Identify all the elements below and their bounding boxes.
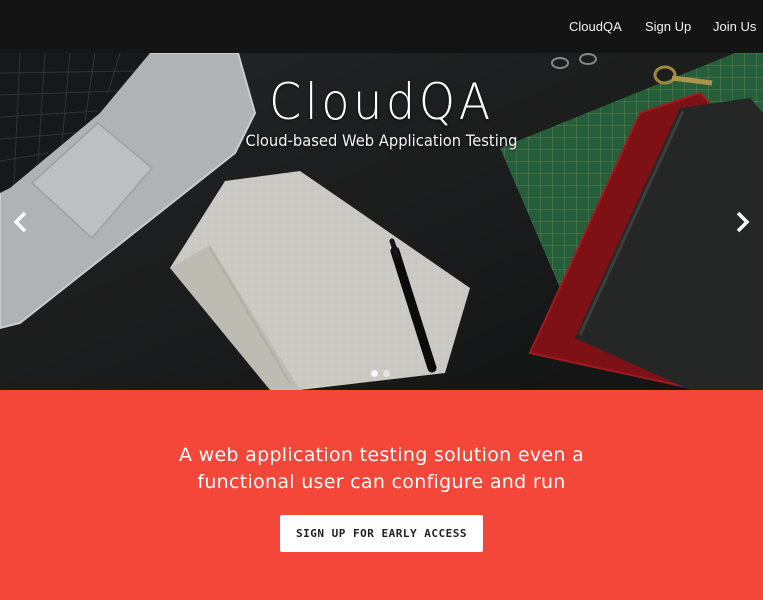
chevron-right-icon bbox=[736, 211, 750, 233]
nav-link-join-us[interactable]: Join Us bbox=[713, 19, 756, 34]
top-navbar: CloudQA Sign Up Join Us bbox=[0, 0, 763, 53]
hero-carousel: CloudQA Cloud-based Web Application Test… bbox=[0, 53, 763, 390]
carousel-dot-1-active[interactable] bbox=[371, 370, 378, 377]
carousel-next-button[interactable] bbox=[731, 209, 753, 235]
tagline-line-2: functional user can configure and run bbox=[197, 471, 566, 493]
sign-up-early-access-button[interactable]: SIGN UP FOR EARLY ACCESS bbox=[280, 515, 483, 552]
chevron-left-icon bbox=[13, 211, 27, 233]
cta-section: A web application testing solution even … bbox=[0, 390, 763, 600]
carousel-indicators bbox=[369, 370, 393, 378]
tagline-line-1: A web application testing solution even … bbox=[178, 444, 585, 466]
nav-link-cloudqa[interactable]: CloudQA bbox=[569, 19, 622, 34]
hero-title: CloudQA bbox=[269, 73, 494, 131]
tagline: A web application testing solution even … bbox=[0, 442, 763, 496]
carousel-prev-button[interactable] bbox=[10, 209, 32, 235]
nav-link-sign-up[interactable]: Sign Up bbox=[645, 19, 691, 34]
hero-subtitle: Cloud-based Web Application Testing bbox=[245, 131, 518, 150]
carousel-dot-2[interactable] bbox=[383, 370, 390, 377]
